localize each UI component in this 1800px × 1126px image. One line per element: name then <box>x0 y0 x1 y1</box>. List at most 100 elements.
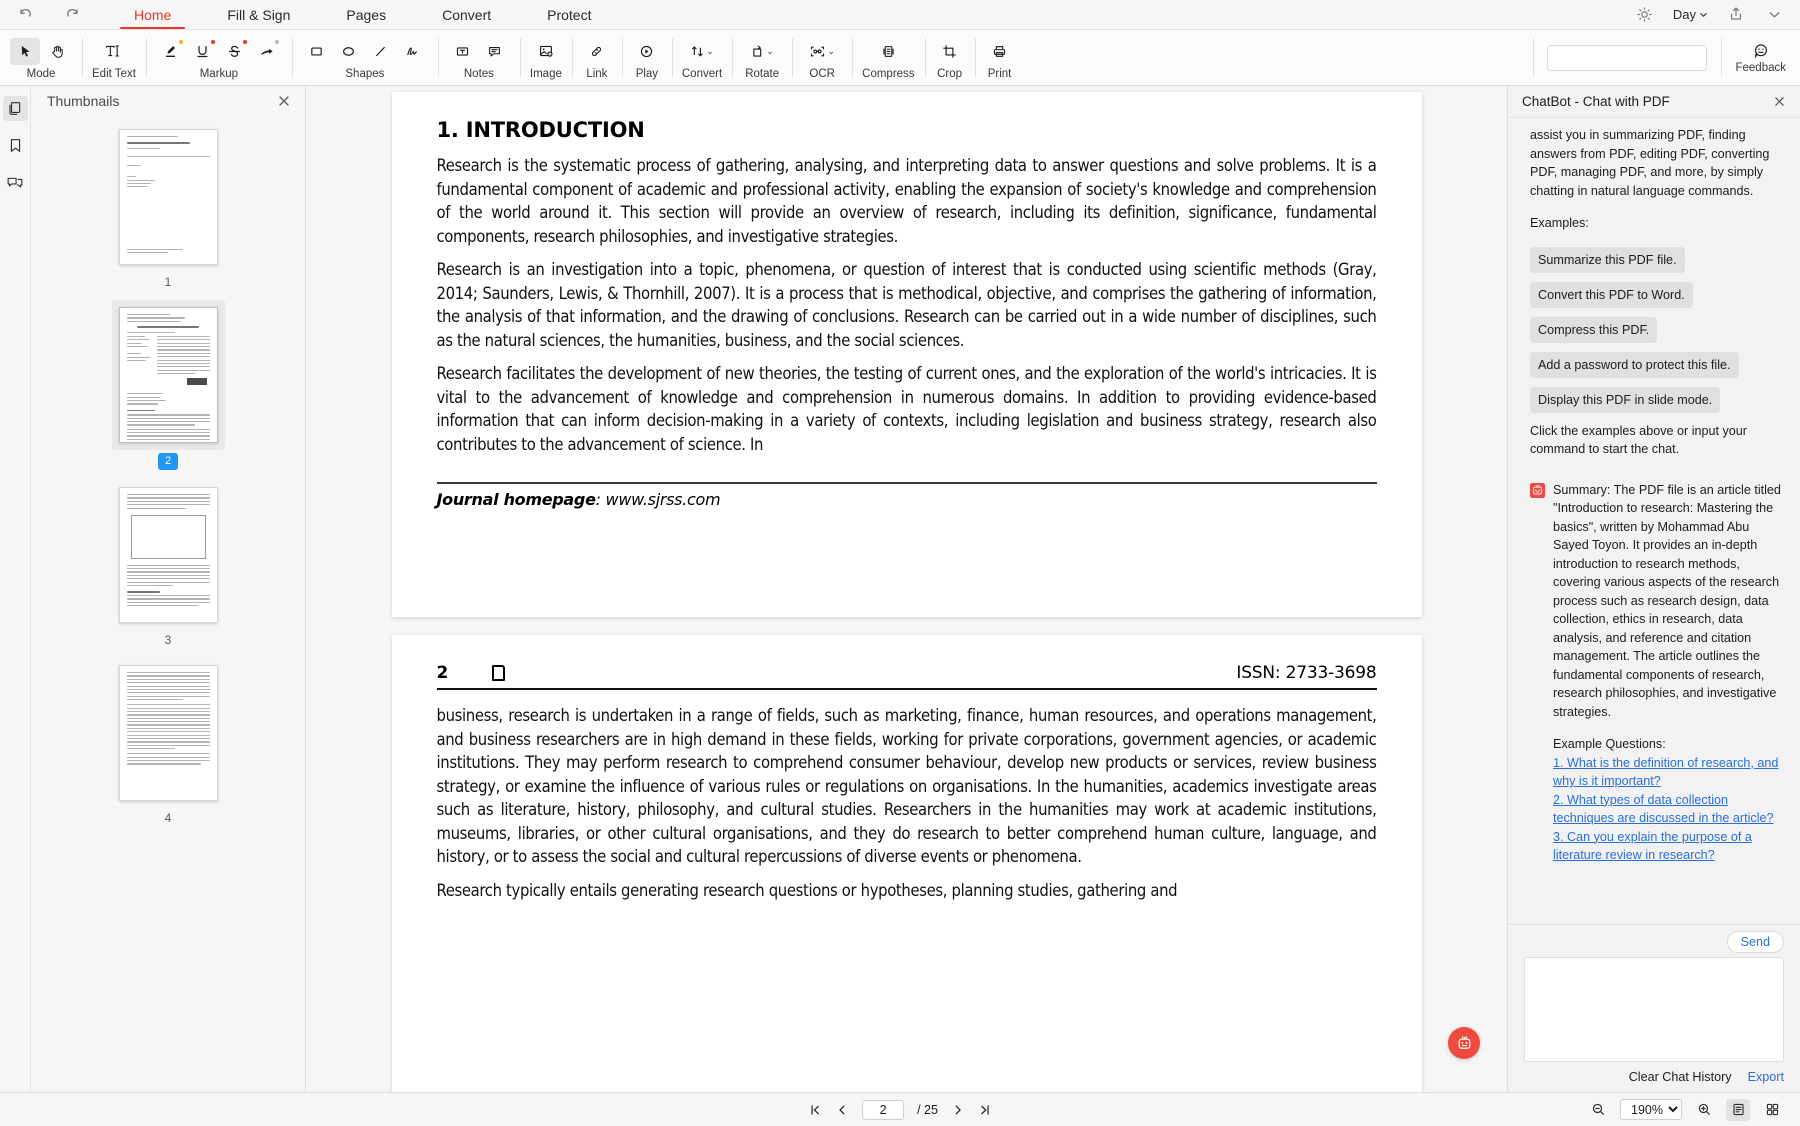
page-2-paragraph: business, research is undertaken in a ra… <box>436 706 1377 866</box>
page-number-input[interactable] <box>862 1099 905 1120</box>
grid-page-view-icon[interactable] <box>1760 1099 1784 1121</box>
collapse-ribbon-icon[interactable] <box>1764 4 1784 24</box>
prev-page-icon[interactable] <box>835 1103 849 1117</box>
menu-bar-right: Day <box>1635 0 1800 29</box>
last-page-icon[interactable] <box>978 1103 992 1117</box>
example-chip-compress[interactable]: Compress this PDF. <box>1530 316 1658 343</box>
chatbot-footer: Clear Chat History Export <box>1508 1062 1800 1092</box>
sidebar-item-bookmarks[interactable] <box>3 133 28 158</box>
chevron-down-icon <box>1700 12 1707 17</box>
single-page-view-icon[interactable] <box>1726 1098 1750 1121</box>
sticky-note-icon[interactable] <box>480 38 510 65</box>
example-question-1[interactable]: 1. What is the definition of research, a… <box>1553 754 1784 791</box>
hand-pan-icon[interactable] <box>42 38 72 65</box>
search-box[interactable] <box>1547 44 1716 71</box>
convert-chevron-down-icon[interactable]: ⌄ <box>706 46 714 57</box>
ellipse-icon[interactable] <box>334 38 364 65</box>
line-icon[interactable] <box>366 38 396 65</box>
close-icon[interactable] <box>277 94 291 108</box>
tab-pages[interactable]: Pages <box>318 8 414 29</box>
ribbon-group-crop-label: Crop <box>937 68 963 80</box>
example-chip-slide-mode[interactable]: Display this PDF in slide mode. <box>1530 386 1721 413</box>
strikethrough-color-dot <box>242 39 247 44</box>
tab-fill-and-sign[interactable]: Fill & Sign <box>199 8 318 29</box>
example-chip-convert-word[interactable]: Convert this PDF to Word. <box>1530 281 1693 308</box>
chatbot-intro-text: assist you in summarizing PDF, finding a… <box>1530 128 1770 198</box>
chatbot-messages[interactable]: assist you in summarizing PDF, finding a… <box>1508 118 1800 914</box>
highlight-color-dot <box>178 39 183 44</box>
print-icon[interactable] <box>985 38 1015 65</box>
thumbnail-item[interactable]: 1 <box>98 122 238 290</box>
tab-convert[interactable]: Convert <box>414 8 519 29</box>
zoom-level-select[interactable]: 190% <box>1620 1099 1682 1120</box>
close-icon[interactable] <box>1773 95 1786 108</box>
ribbon-group-convert: ⌄ Convert <box>671 30 732 85</box>
feedback-button[interactable]: Feedback <box>1721 30 1800 85</box>
thumbnails-list[interactable]: 1 2 3 4 <box>31 116 305 1092</box>
ribbon-group-compress: Compress <box>852 30 924 85</box>
search-section <box>1533 30 1721 85</box>
freehand-icon[interactable] <box>398 38 428 65</box>
brightness-icon[interactable] <box>1635 4 1655 24</box>
zoom-out-icon[interactable] <box>1586 1099 1610 1121</box>
highlight-icon[interactable] <box>156 38 186 65</box>
strikethrough-icon[interactable] <box>220 38 250 65</box>
ocr-chevron-down-icon[interactable]: ⌄ <box>827 46 835 57</box>
page-1-heading: 1. INTRODUCTION <box>436 118 645 142</box>
chatbot-robot-icon[interactable] <box>1448 1027 1480 1059</box>
ocr-icon[interactable]: ⌄ <box>802 38 842 65</box>
underline-color-dot <box>210 39 215 44</box>
link-icon[interactable] <box>582 38 612 65</box>
compress-icon[interactable] <box>873 38 903 65</box>
ribbon-group-shapes-label: Shapes <box>345 68 385 80</box>
example-chip-password[interactable]: Add a password to protect this file. <box>1530 351 1739 378</box>
rotate-icon[interactable]: ⌄ <box>742 38 782 65</box>
tab-convert-label: Convert <box>442 7 492 23</box>
pdf-viewer[interactable]: 1. INTRODUCTION Research is the systemat… <box>306 86 1507 1092</box>
undo-icon[interactable] <box>16 4 36 24</box>
ribbon-group-print: Print <box>974 30 1025 85</box>
thumbnail-page-preview <box>118 129 218 265</box>
export-chat-button[interactable]: Export <box>1748 1070 1784 1084</box>
chatbot-input-area[interactable] <box>1524 957 1784 1062</box>
first-page-icon[interactable] <box>808 1103 822 1117</box>
eraser-icon[interactable] <box>252 38 282 65</box>
rotate-chevron-down-icon[interactable]: ⌄ <box>766 46 774 57</box>
edit-text-icon[interactable] <box>94 38 134 65</box>
add-image-icon[interactable] <box>531 38 561 65</box>
tab-home[interactable]: Home <box>106 8 199 29</box>
thumbnail-item[interactable]: 4 <box>98 658 238 826</box>
pdf-page-1: 1. INTRODUCTION Research is the systemat… <box>391 92 1422 617</box>
thumbnail-item[interactable]: 2 <box>98 300 238 470</box>
play-icon[interactable] <box>632 38 662 65</box>
share-icon[interactable] <box>1726 4 1746 24</box>
crop-icon[interactable] <box>935 38 965 65</box>
next-page-icon[interactable] <box>951 1103 965 1117</box>
zoom-in-icon[interactable] <box>1692 1099 1716 1121</box>
tab-protect[interactable]: Protect <box>519 8 619 29</box>
ribbon-group-link: Link <box>571 30 622 85</box>
page-navigation: / 25 <box>808 1099 992 1120</box>
cursor-select-icon[interactable] <box>10 37 40 65</box>
underline-icon[interactable] <box>188 38 218 65</box>
ribbon-group-rotate-label: Rotate <box>745 68 780 80</box>
chatbot-hint-text: Click the examples above or input your c… <box>1530 423 1748 457</box>
ribbon-group-play: Play <box>621 30 672 85</box>
bookmarks-icon <box>10 139 20 152</box>
example-chip-summarize[interactable]: Summarize this PDF file. <box>1530 246 1685 273</box>
convert-icon[interactable]: ⌄ <box>682 38 722 65</box>
text-box-icon[interactable] <box>448 38 478 65</box>
theme-selector[interactable]: Day <box>1673 7 1708 22</box>
rectangle-icon[interactable] <box>302 38 332 65</box>
sidebar-item-comments[interactable] <box>3 170 28 195</box>
clear-chat-history-button[interactable]: Clear Chat History <box>1629 1070 1732 1084</box>
example-question-2[interactable]: 2. What types of data collection techniq… <box>1553 791 1784 828</box>
search-input[interactable] <box>1560 50 1716 65</box>
sidebar-item-thumbnails[interactable] <box>2 96 28 121</box>
thumbnail-item[interactable]: 3 <box>98 480 238 648</box>
thumbnails-panel: Thumbnails 1 2 3 4 <box>31 86 306 1092</box>
redo-icon[interactable] <box>62 4 82 24</box>
send-button[interactable]: Send <box>1726 931 1784 953</box>
example-question-3[interactable]: 3. Can you explain the purpose of a lite… <box>1553 828 1784 865</box>
ribbon-group-rotate: ⌄ Rotate <box>732 30 792 85</box>
